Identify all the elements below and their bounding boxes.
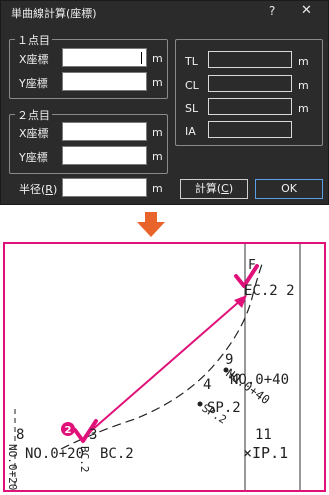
point1-y-label: Y座標 <box>19 77 48 90</box>
point2-y-unit: m <box>152 150 163 163</box>
dialog-title: 単曲線計算(座標) <box>11 7 97 20</box>
cl-unit: m <box>298 79 309 92</box>
label-8: 8 <box>16 427 24 443</box>
cl-label: CL <box>185 79 199 92</box>
sl-label: SL <box>185 102 199 115</box>
point1-y-input[interactable] <box>62 72 147 91</box>
point2-x-label: X座標 <box>19 127 49 140</box>
sl-unit: m <box>298 102 309 115</box>
tl-label: TL <box>185 55 198 68</box>
radius-unit: m <box>152 182 163 195</box>
cad-canvas[interactable]: 2 F EC.2 2 9 NO.0+40 NO.0+40 4 SP.2 SP.2… <box>5 244 326 492</box>
point2-group-label: ２点目 <box>15 107 52 123</box>
label-ec: EC.2 2 <box>244 283 295 299</box>
cl-output <box>208 75 292 92</box>
calc-button[interactable]: 計算(C) <box>180 179 248 199</box>
label-no020: NO.0+20 <box>25 446 84 462</box>
sl-output <box>208 98 292 115</box>
label-ip1: ×IP.1 <box>243 444 288 462</box>
label-4: 4 <box>203 377 211 393</box>
tl-output <box>208 51 292 68</box>
point1-x-unit: m <box>152 52 163 65</box>
close-button[interactable]: ✕ <box>301 3 312 18</box>
tl-unit: m <box>298 55 309 68</box>
step-badge-number: 2 <box>65 425 72 436</box>
sp-marker <box>197 401 203 407</box>
title-bar: 単曲線計算(座標) ? ✕ <box>1 1 328 23</box>
ia-label: IA <box>185 125 196 138</box>
point1-y-unit: m <box>152 76 163 89</box>
ok-button[interactable]: OK <box>255 179 323 199</box>
point1-x-label: X座標 <box>19 53 49 66</box>
label-3: 3 <box>89 427 97 443</box>
point1-x-input[interactable] <box>62 48 147 67</box>
label-bc2: BC.2 <box>100 446 134 462</box>
point2-y-input[interactable] <box>62 146 147 165</box>
point2-x-input[interactable] <box>62 122 147 141</box>
point2-x-unit: m <box>152 126 163 139</box>
point2-y-label: Y座標 <box>19 151 48 164</box>
cad-drawing-panel: 2 F EC.2 2 9 NO.0+40 NO.0+40 4 SP.2 SP.2… <box>3 242 326 492</box>
help-button[interactable]: ? <box>269 4 275 18</box>
label-f: F <box>248 258 256 273</box>
radius-label: 半径(R) <box>19 183 58 196</box>
label-no020-rotated: NO.0+20 <box>6 444 19 490</box>
radius-input[interactable] <box>62 178 147 197</box>
down-arrow-icon <box>137 212 165 237</box>
ia-output <box>208 121 292 138</box>
curve-calc-dialog: 単曲線計算(座標) ? ✕ １点目 X座標 m Y座標 m ２点目 X座標 m … <box>0 0 329 205</box>
label-bc2-rotated: BC.2 <box>78 446 91 473</box>
point1-group-label: １点目 <box>15 32 52 48</box>
label-11: 11 <box>255 427 272 443</box>
